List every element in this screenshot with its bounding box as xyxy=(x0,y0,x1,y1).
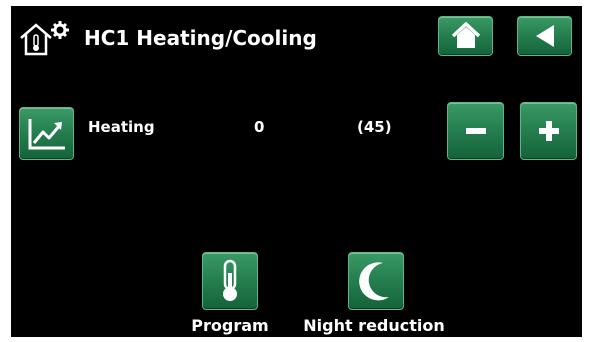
night-reduction-button[interactable] xyxy=(348,252,404,310)
plus-icon xyxy=(537,119,561,143)
back-arrow-icon xyxy=(532,23,558,49)
heating-label: Heating xyxy=(88,118,155,136)
trend-chart-icon xyxy=(27,117,67,151)
decrease-button[interactable] xyxy=(447,102,504,160)
night-reduction-label-clip: Night reduction xyxy=(301,314,447,336)
moon-icon xyxy=(359,260,393,302)
program-button[interactable] xyxy=(202,252,258,310)
heating-value: 0 xyxy=(254,118,265,136)
chart-button[interactable] xyxy=(19,107,74,160)
home-icon xyxy=(451,22,481,50)
night-reduction-label: Night reduction xyxy=(303,316,445,335)
house-thermometer-gear-icon xyxy=(18,20,74,56)
back-button[interactable] xyxy=(517,16,572,56)
increase-button[interactable] xyxy=(520,102,577,160)
home-button[interactable] xyxy=(438,16,493,56)
thermometer-icon xyxy=(219,259,241,303)
minus-icon xyxy=(464,119,488,143)
display-screen: HC1 Heating/Cooling Heating 0 (45) Progr… xyxy=(11,6,582,337)
program-label: Program xyxy=(191,316,269,335)
heating-setpoint: (45) xyxy=(357,118,392,136)
page-title: HC1 Heating/Cooling xyxy=(84,26,317,50)
